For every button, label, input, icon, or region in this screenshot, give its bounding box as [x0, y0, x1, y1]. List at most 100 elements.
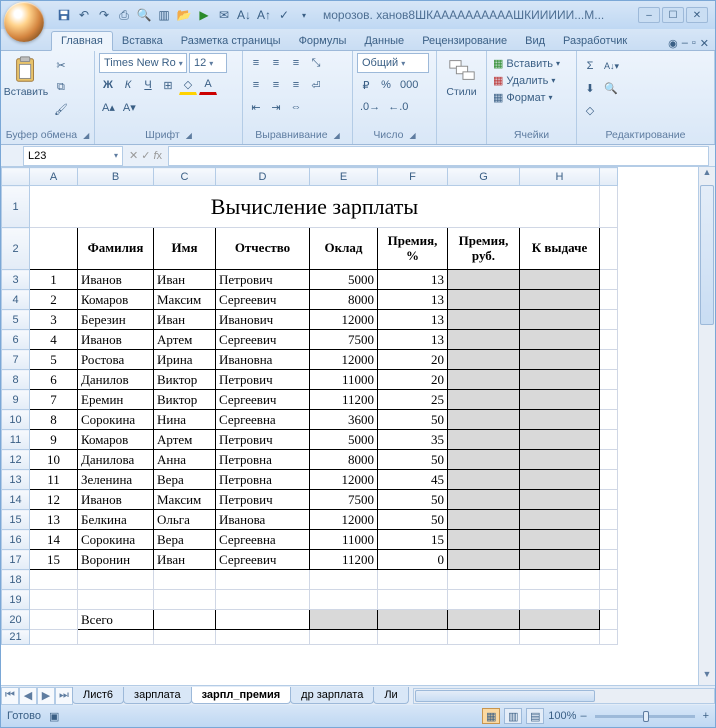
grow-font-button[interactable]: A▴ [99, 97, 118, 117]
table-cell[interactable]: 13 [378, 270, 448, 290]
table-cell[interactable]: 2 [30, 290, 78, 310]
table-cell[interactable]: 13 [378, 330, 448, 350]
styles-button[interactable]: Стили [441, 53, 482, 101]
table-cell[interactable]: Белкина [78, 510, 154, 530]
insert-cells-button[interactable]: ▦Вставить▾ [491, 56, 572, 71]
table-cell[interactable]: 9 [30, 430, 78, 450]
table-cell[interactable] [448, 470, 520, 490]
table-cell[interactable]: Еремин [78, 390, 154, 410]
table-cell[interactable]: 7 [30, 390, 78, 410]
cell[interactable] [448, 570, 520, 590]
ribbon-tab-0[interactable]: Главная [51, 31, 113, 51]
qat-print-icon[interactable]: ⎙ [115, 6, 133, 24]
table-cell[interactable]: 20 [378, 350, 448, 370]
ribbon-tab-7[interactable]: Разработчик [554, 32, 636, 50]
sheet-tab-1[interactable]: зарплата [123, 687, 192, 704]
minimize-button[interactable]: – [638, 7, 660, 23]
qat-save-icon[interactable] [55, 6, 73, 24]
table-cell[interactable]: 11 [30, 470, 78, 490]
merge-button[interactable]: ⇔ [287, 97, 305, 117]
table-cell[interactable]: Вера [154, 470, 216, 490]
cut-button[interactable]: ✂ [51, 55, 71, 75]
formula-input[interactable] [168, 146, 709, 166]
table-cell[interactable]: Петровна [216, 470, 310, 490]
align-bottom-button[interactable]: ≡ [287, 53, 305, 73]
table-cell[interactable]: Иванович [216, 310, 310, 330]
horizontal-scrollbar[interactable] [413, 688, 715, 704]
table-cell[interactable]: Виктор [154, 390, 216, 410]
table-cell[interactable] [448, 410, 520, 430]
table-cell[interactable]: 0 [378, 550, 448, 570]
table-cell[interactable]: Данилов [78, 370, 154, 390]
qat-mail-icon[interactable]: ✉ [215, 6, 233, 24]
table-cell[interactable]: 4 [30, 330, 78, 350]
copy-button[interactable]: ⧉ [51, 77, 71, 97]
worksheet[interactable]: ABCDEFGH1Вычисление зарплаты2ФамилияИмяО… [1, 167, 618, 645]
table-cell[interactable]: 12 [30, 490, 78, 510]
font-family-combo[interactable]: Times New Ro▾ [99, 53, 187, 73]
cell[interactable] [78, 590, 154, 610]
table-cell[interactable]: Комаров [78, 290, 154, 310]
ribbon-tab-4[interactable]: Данные [355, 32, 413, 50]
row-header-10[interactable]: 10 [2, 410, 30, 430]
table-cell[interactable]: Иван [154, 550, 216, 570]
cell[interactable] [154, 590, 216, 610]
cell[interactable] [310, 570, 378, 590]
table-cell[interactable]: Ольга [154, 510, 216, 530]
row-header-17[interactable]: 17 [2, 550, 30, 570]
table-cell[interactable]: Иванов [78, 490, 154, 510]
table-cell[interactable]: 5 [30, 350, 78, 370]
fill-color-button[interactable]: ◇ [179, 75, 197, 95]
total-label-cell[interactable]: Всего [78, 610, 154, 630]
table-cell[interactable]: 50 [378, 510, 448, 530]
align-top-button[interactable]: ≡ [247, 53, 265, 73]
cell[interactable] [448, 590, 520, 610]
table-cell[interactable]: 8000 [310, 290, 378, 310]
table-cell[interactable]: 13 [30, 510, 78, 530]
ribbon-tab-6[interactable]: Вид [516, 32, 554, 50]
table-cell[interactable]: 7500 [310, 490, 378, 510]
table-cell[interactable]: Ирина [154, 350, 216, 370]
table-cell[interactable]: 11000 [310, 370, 378, 390]
table-cell[interactable]: 3 [30, 310, 78, 330]
table-cell[interactable]: 20 [378, 370, 448, 390]
table-cell[interactable]: Виктор [154, 370, 216, 390]
help-icon[interactable]: ◉ [668, 37, 678, 50]
table-cell[interactable]: Иван [154, 270, 216, 290]
format-painter-button[interactable]: 🖌 [51, 99, 71, 119]
underline-button[interactable]: Ч [139, 75, 157, 95]
table-cell[interactable] [520, 390, 600, 410]
table-cell[interactable] [520, 530, 600, 550]
cell[interactable] [216, 590, 310, 610]
table-header-4[interactable]: Оклад [310, 228, 378, 270]
number-format-combo[interactable]: Общий▾ [357, 53, 429, 73]
maximize-button[interactable]: ☐ [662, 7, 684, 23]
increase-indent-button[interactable]: ⇥ [267, 97, 285, 117]
col-header-D[interactable]: D [216, 168, 310, 186]
table-cell[interactable]: Петрович [216, 270, 310, 290]
qat-sort-desc-icon[interactable]: A↑ [255, 6, 273, 24]
table-cell[interactable] [448, 330, 520, 350]
number-launcher-icon[interactable]: ◢ [410, 131, 416, 140]
table-cell[interactable]: 11200 [310, 390, 378, 410]
sort-filter-button[interactable]: A↓▾ [601, 56, 622, 76]
table-cell[interactable]: Иван [154, 310, 216, 330]
table-cell[interactable]: 12000 [310, 510, 378, 530]
table-cell[interactable] [448, 310, 520, 330]
table-cell[interactable]: 12000 [310, 470, 378, 490]
cell[interactable] [520, 590, 600, 610]
page-layout-view-button[interactable]: ▥ [504, 708, 522, 724]
tab-nav-first-icon[interactable]: ⏮ [1, 687, 19, 705]
table-cell[interactable]: Иванова [216, 510, 310, 530]
sheet-tab-0[interactable]: Лист6 [72, 687, 124, 704]
cell[interactable] [30, 590, 78, 610]
table-cell[interactable]: 11000 [310, 530, 378, 550]
table-cell[interactable]: Комаров [78, 430, 154, 450]
table-cell[interactable]: Максим [154, 290, 216, 310]
currency-button[interactable]: ₽ [357, 75, 375, 95]
table-cell[interactable] [520, 550, 600, 570]
table-cell[interactable]: Зеленина [78, 470, 154, 490]
table-cell[interactable] [448, 430, 520, 450]
table-cell[interactable]: Березин [78, 310, 154, 330]
font-color-button[interactable]: A [199, 75, 217, 95]
